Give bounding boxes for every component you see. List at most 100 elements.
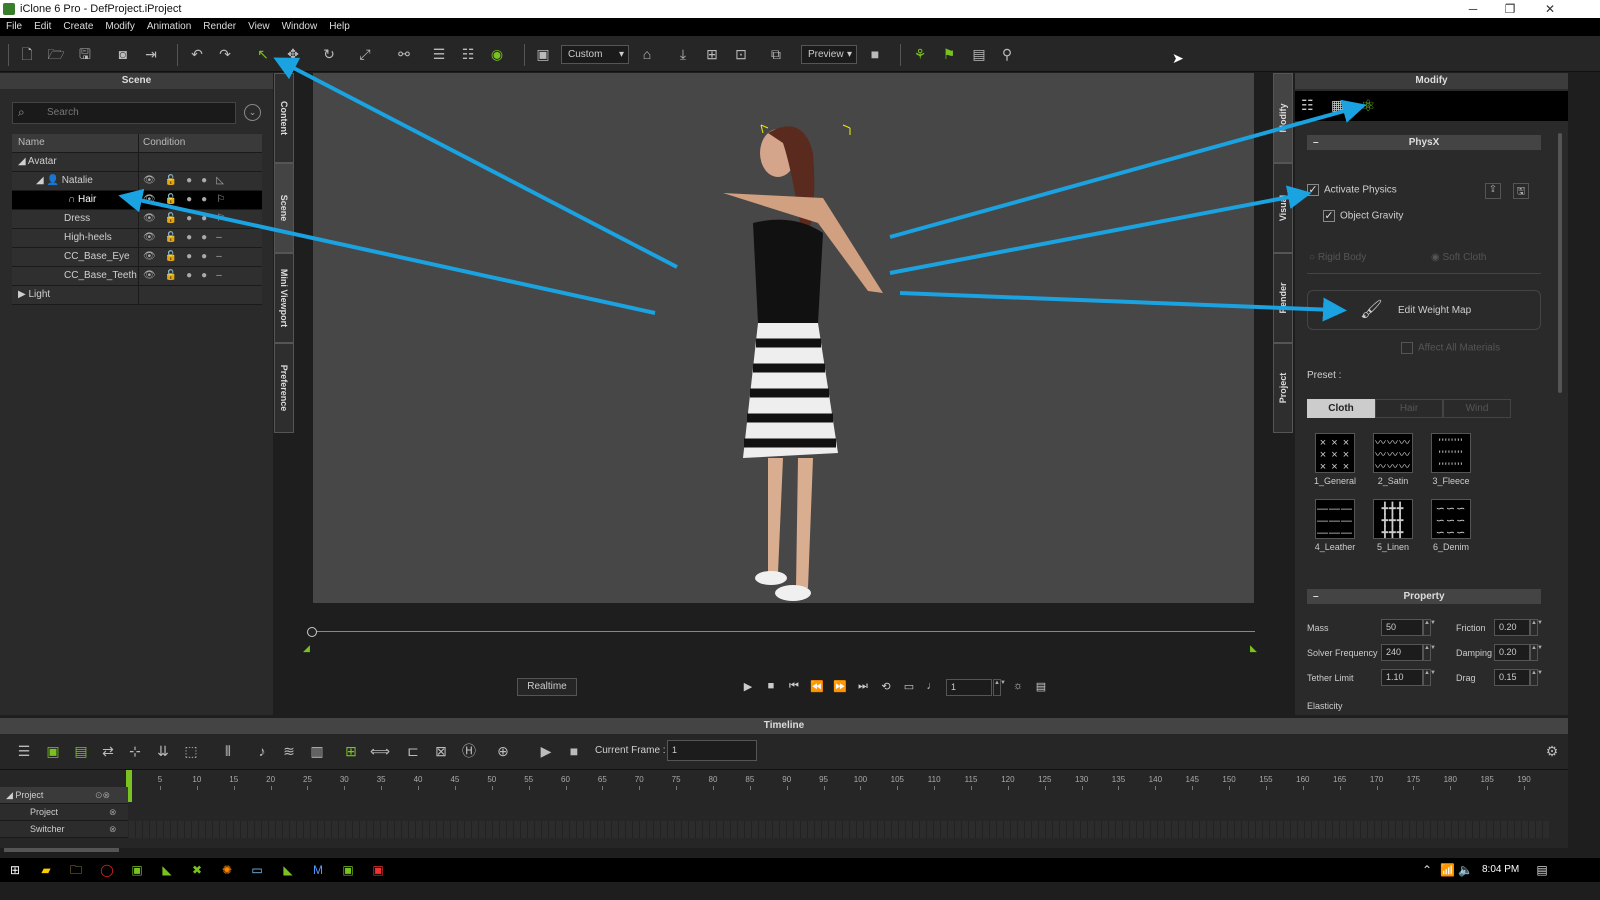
transition-icon[interactable]: ⇄ <box>99 742 117 760</box>
timeline-play-icon[interactable]: ▶ <box>537 742 555 760</box>
last-frame-icon[interactable]: ⏭ <box>856 680 870 693</box>
remove-track-icon[interactable]: ⊗ <box>109 804 117 821</box>
flip-icon[interactable]: ⫴ <box>219 742 237 760</box>
audio-icon[interactable]: ♪ <box>253 742 271 760</box>
file-explorer-icon[interactable]: 🗀 <box>69 863 83 877</box>
new-file-icon[interactable]: 🗋 <box>18 45 36 63</box>
activate-physics-checkbox[interactable]: ✓ Activate Physics <box>1307 184 1397 196</box>
timeline-h-scrollbar[interactable] <box>4 848 119 852</box>
tether-spinner[interactable]: ▲▼ <box>1423 669 1436 686</box>
tray-chevron-icon[interactable]: ⌃ <box>1420 863 1434 877</box>
loop-icon[interactable]: ⟲ <box>879 680 893 693</box>
fit-view-icon[interactable]: ⊞ <box>703 45 721 63</box>
tree-row-light[interactable]: ▶ Light <box>12 286 262 305</box>
tree-row-dress[interactable]: Dress 👁🔓●●⚐ <box>12 210 262 229</box>
condition-icons[interactable]: 👁🔓●●– <box>138 267 262 286</box>
save-icon[interactable]: 🖫 <box>76 45 94 63</box>
current-frame-input[interactable]: 1 <box>667 740 757 761</box>
end-marker-icon[interactable]: ◣ <box>1250 643 1257 654</box>
subtitle-icon[interactable]: ▭ <box>902 680 916 693</box>
menu-window[interactable]: Window <box>282 18 318 36</box>
tab-content[interactable]: Content <box>274 73 294 163</box>
tree-row-high-heels[interactable]: High-heels 👁🔓●●– <box>12 229 262 248</box>
visibility-eye-icon[interactable]: ◉ <box>488 45 506 63</box>
track-project-group[interactable]: ◢ Project ⊙⊗ <box>0 787 128 804</box>
condition-icons[interactable]: 👁🔓●●⚐ <box>138 191 262 210</box>
preset-tab-wind[interactable]: Wind <box>1443 399 1511 418</box>
rigid-body-radio[interactable]: ○ Rigid Body <box>1309 252 1366 263</box>
affect-all-materials-checkbox[interactable]: Affect All Materials <box>1401 342 1500 354</box>
iclone-icon[interactable]: ▣ <box>130 863 144 877</box>
export-icon[interactable]: ⇥ <box>142 45 160 63</box>
link-icon[interactable]: ⚯ <box>395 45 413 63</box>
preset-2-satin[interactable]: 〰〰〰 〰〰〰 〰〰〰 2_Satin <box>1372 433 1414 486</box>
render-preview-icon[interactable]: ◙ <box>114 45 132 63</box>
save-preset-icon[interactable]: 🖫 <box>1513 183 1529 199</box>
list-icon[interactable]: ▤ <box>970 45 988 63</box>
solver-spinner[interactable]: ▲▼ <box>1423 644 1436 661</box>
drag-spinner[interactable]: ▲▼ <box>1530 669 1543 686</box>
timeline-scrubber-track[interactable] <box>313 631 1255 632</box>
realtime-button[interactable]: Realtime <box>517 678 577 696</box>
menu-help[interactable]: Help <box>329 18 350 36</box>
menu-render[interactable]: Render <box>203 18 236 36</box>
select-arrow-icon[interactable]: ↖ <box>254 45 272 63</box>
drop-to-floor-icon[interactable]: ⤓ <box>674 45 692 63</box>
key-icon[interactable]: ▣ <box>44 742 62 760</box>
move-icon[interactable]: ✥ <box>284 45 302 63</box>
mass-spinner[interactable]: ▲▼ <box>1423 619 1436 636</box>
modify-scrollbar[interactable] <box>1558 133 1562 393</box>
speed-icon[interactable]: ⬚ <box>182 742 200 760</box>
menu-animation[interactable]: Animation <box>147 18 191 36</box>
preset-1-general[interactable]: × × × × × × × × × 1_General <box>1314 433 1356 486</box>
load-preset-icon[interactable]: ⇪ <box>1485 183 1501 199</box>
music-note-icon[interactable]: ♩ <box>925 680 939 692</box>
collapse-track-icon[interactable]: ⇊ <box>154 742 172 760</box>
condition-icons[interactable]: 👁🔓●●– <box>138 248 262 267</box>
track-list-icon[interactable]: ☰ <box>15 742 33 760</box>
character-creator-icon[interactable]: ◣ <box>281 863 295 877</box>
timeline-stop-icon[interactable]: ■ <box>565 742 583 760</box>
3d-viewport[interactable] <box>313 73 1254 603</box>
frame-input[interactable]: 1 <box>946 679 992 696</box>
collapse-icon[interactable]: – <box>1313 135 1319 150</box>
property-section-header[interactable]: – Property <box>1307 589 1541 604</box>
damping-input[interactable]: 0.20 <box>1494 644 1530 661</box>
object-gravity-checkbox[interactable]: ✓ Object Gravity <box>1323 210 1403 222</box>
start-windows-icon[interactable]: ⊞ <box>8 863 22 877</box>
solver-frequency-input[interactable]: 240 <box>1381 644 1423 661</box>
undo-icon[interactable]: ↶ <box>188 45 206 63</box>
switcher-track-lane[interactable] <box>129 821 1549 838</box>
rewind-icon[interactable]: ⏪ <box>810 680 824 693</box>
physx-section-header[interactable]: – PhysX <box>1307 135 1541 150</box>
excel-like-icon[interactable]: ✖ <box>190 863 204 877</box>
window-app-icon[interactable]: ▭ <box>250 863 264 877</box>
timeline-settings-icon[interactable]: ⚙ <box>1543 742 1561 760</box>
preset-6-denim[interactable]: ∽∽∽ ∽∽∽ ∽∽∽ 6_Denim <box>1430 499 1472 552</box>
mark-icon[interactable]: Ⓗ <box>460 742 478 760</box>
panel-icon[interactable]: ▤ <box>1034 680 1048 693</box>
physics-atom-icon[interactable]: ⚛ <box>1361 96 1375 116</box>
edit-weight-map-button[interactable]: 🖌 Edit Weight Map <box>1307 290 1541 330</box>
tab-render[interactable]: Render <box>1273 253 1293 343</box>
restore-button[interactable]: ❐ <box>1495 0 1525 18</box>
collapse-icon[interactable]: – <box>1313 589 1319 604</box>
menu-create[interactable]: Create <box>63 18 93 36</box>
drag-input[interactable]: 0.15 <box>1494 669 1530 686</box>
open-folder-icon[interactable]: 🗁 <box>47 45 65 63</box>
settings-icon[interactable]: ☼ <box>1011 680 1025 692</box>
notifications-icon[interactable]: ▤ <box>1535 863 1549 877</box>
insert-frame-icon[interactable]: ⊏ <box>404 742 422 760</box>
start-marker-icon[interactable]: ◢ <box>303 643 310 654</box>
flag-icon[interactable]: ⚑ <box>940 45 958 63</box>
align-icon[interactable]: ☰ <box>430 45 448 63</box>
fit-icon[interactable]: ⟺ <box>370 742 390 760</box>
tree-row-natalie[interactable]: ◢ 👤 Natalie 👁🔓●●◺ <box>12 172 262 191</box>
distribute-icon[interactable]: ☷ <box>459 45 477 63</box>
close-button[interactable]: ✕ <box>1535 0 1565 18</box>
clock[interactable]: 8:04 PM <box>1482 864 1519 875</box>
track-project[interactable]: Project ⊗ <box>0 804 128 821</box>
frame-spinner[interactable]: ▲▼ <box>993 679 1006 696</box>
checker-material-icon[interactable]: ▦ <box>1331 97 1344 114</box>
first-frame-icon[interactable]: ⏮ <box>787 680 801 693</box>
